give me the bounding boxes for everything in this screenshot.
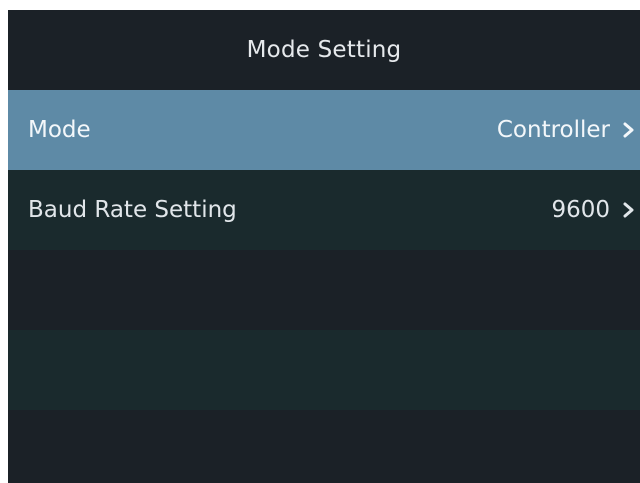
menu-item-value-group: Controller [497, 117, 640, 143]
mode-setting-screen: Mode Setting Mode Controller Baud Rate S… [8, 10, 640, 483]
chevron-right-icon [620, 121, 638, 139]
menu-item-baud-rate-setting[interactable]: Baud Rate Setting 9600 [8, 170, 640, 250]
menu-item-mode[interactable]: Mode Controller [8, 90, 640, 170]
menu-item-value: Controller [496, 117, 610, 143]
menu-item-label: Baud Rate Setting [28, 197, 237, 223]
menu-item-value-group: 9600 [551, 197, 640, 223]
empty-row [8, 250, 640, 330]
page-title: Mode Setting [246, 37, 402, 63]
empty-row [8, 410, 640, 483]
empty-row [8, 330, 640, 410]
menu-item-label: Mode [28, 117, 91, 143]
menu-item-value: 9600 [551, 197, 610, 223]
chevron-right-icon [620, 201, 638, 219]
page-header: Mode Setting [8, 10, 640, 90]
